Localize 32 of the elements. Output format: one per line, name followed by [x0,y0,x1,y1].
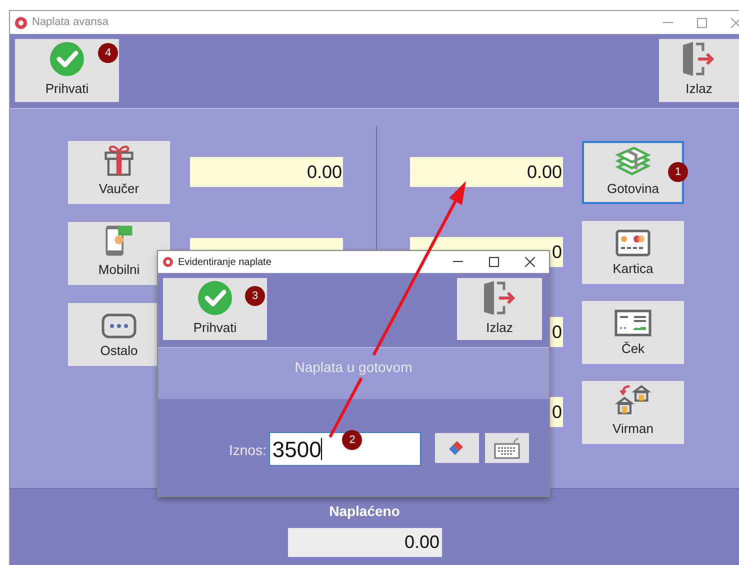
keyboard-button[interactable] [485,433,530,463]
payment-method-button[interactable]: Kartica [582,221,684,284]
cheque-icon [614,308,652,336]
maximize-icon[interactable] [489,257,499,267]
app-logo-icon [163,257,173,267]
clear-button[interactable] [435,433,480,463]
amount-field[interactable]: 0.00 [410,157,563,187]
exit-door-icon [681,42,717,76]
exit-button[interactable]: Izlaz [659,39,739,102]
payment-method-button[interactable]: Ček [582,301,684,364]
checkmark-icon [198,280,232,315]
dialog-title: Evidentiranje naplate [178,256,272,270]
payment-method-button[interactable]: Virman [582,381,684,444]
money-stack-icon [614,146,652,176]
collected-label: Naplaćeno [329,502,400,521]
payment-method-button[interactable]: Mobilni [68,222,170,285]
amount-label: Iznos: [229,441,266,460]
collected-amount-field: 0.00 [288,528,442,557]
dialog-subtitle: Naplata u gotovom [294,358,412,377]
minimize-icon[interactable] [453,261,463,263]
close-icon[interactable] [525,257,535,267]
app-logo-icon [15,16,27,28]
checkmark-icon [50,42,84,76]
banks-transfer-icon [613,383,653,416]
exit-button[interactable]: Izlaz [457,278,542,340]
keyboard-icon [494,437,520,459]
window-title: Naplata avansa [32,15,108,30]
payment-method-button[interactable]: Vaučer [68,141,170,204]
amount-field[interactable]: 0.00 [190,157,343,187]
chat-bubble-icon [101,312,137,338]
credit-card-icon [615,228,651,256]
exit-door-icon [482,280,518,315]
